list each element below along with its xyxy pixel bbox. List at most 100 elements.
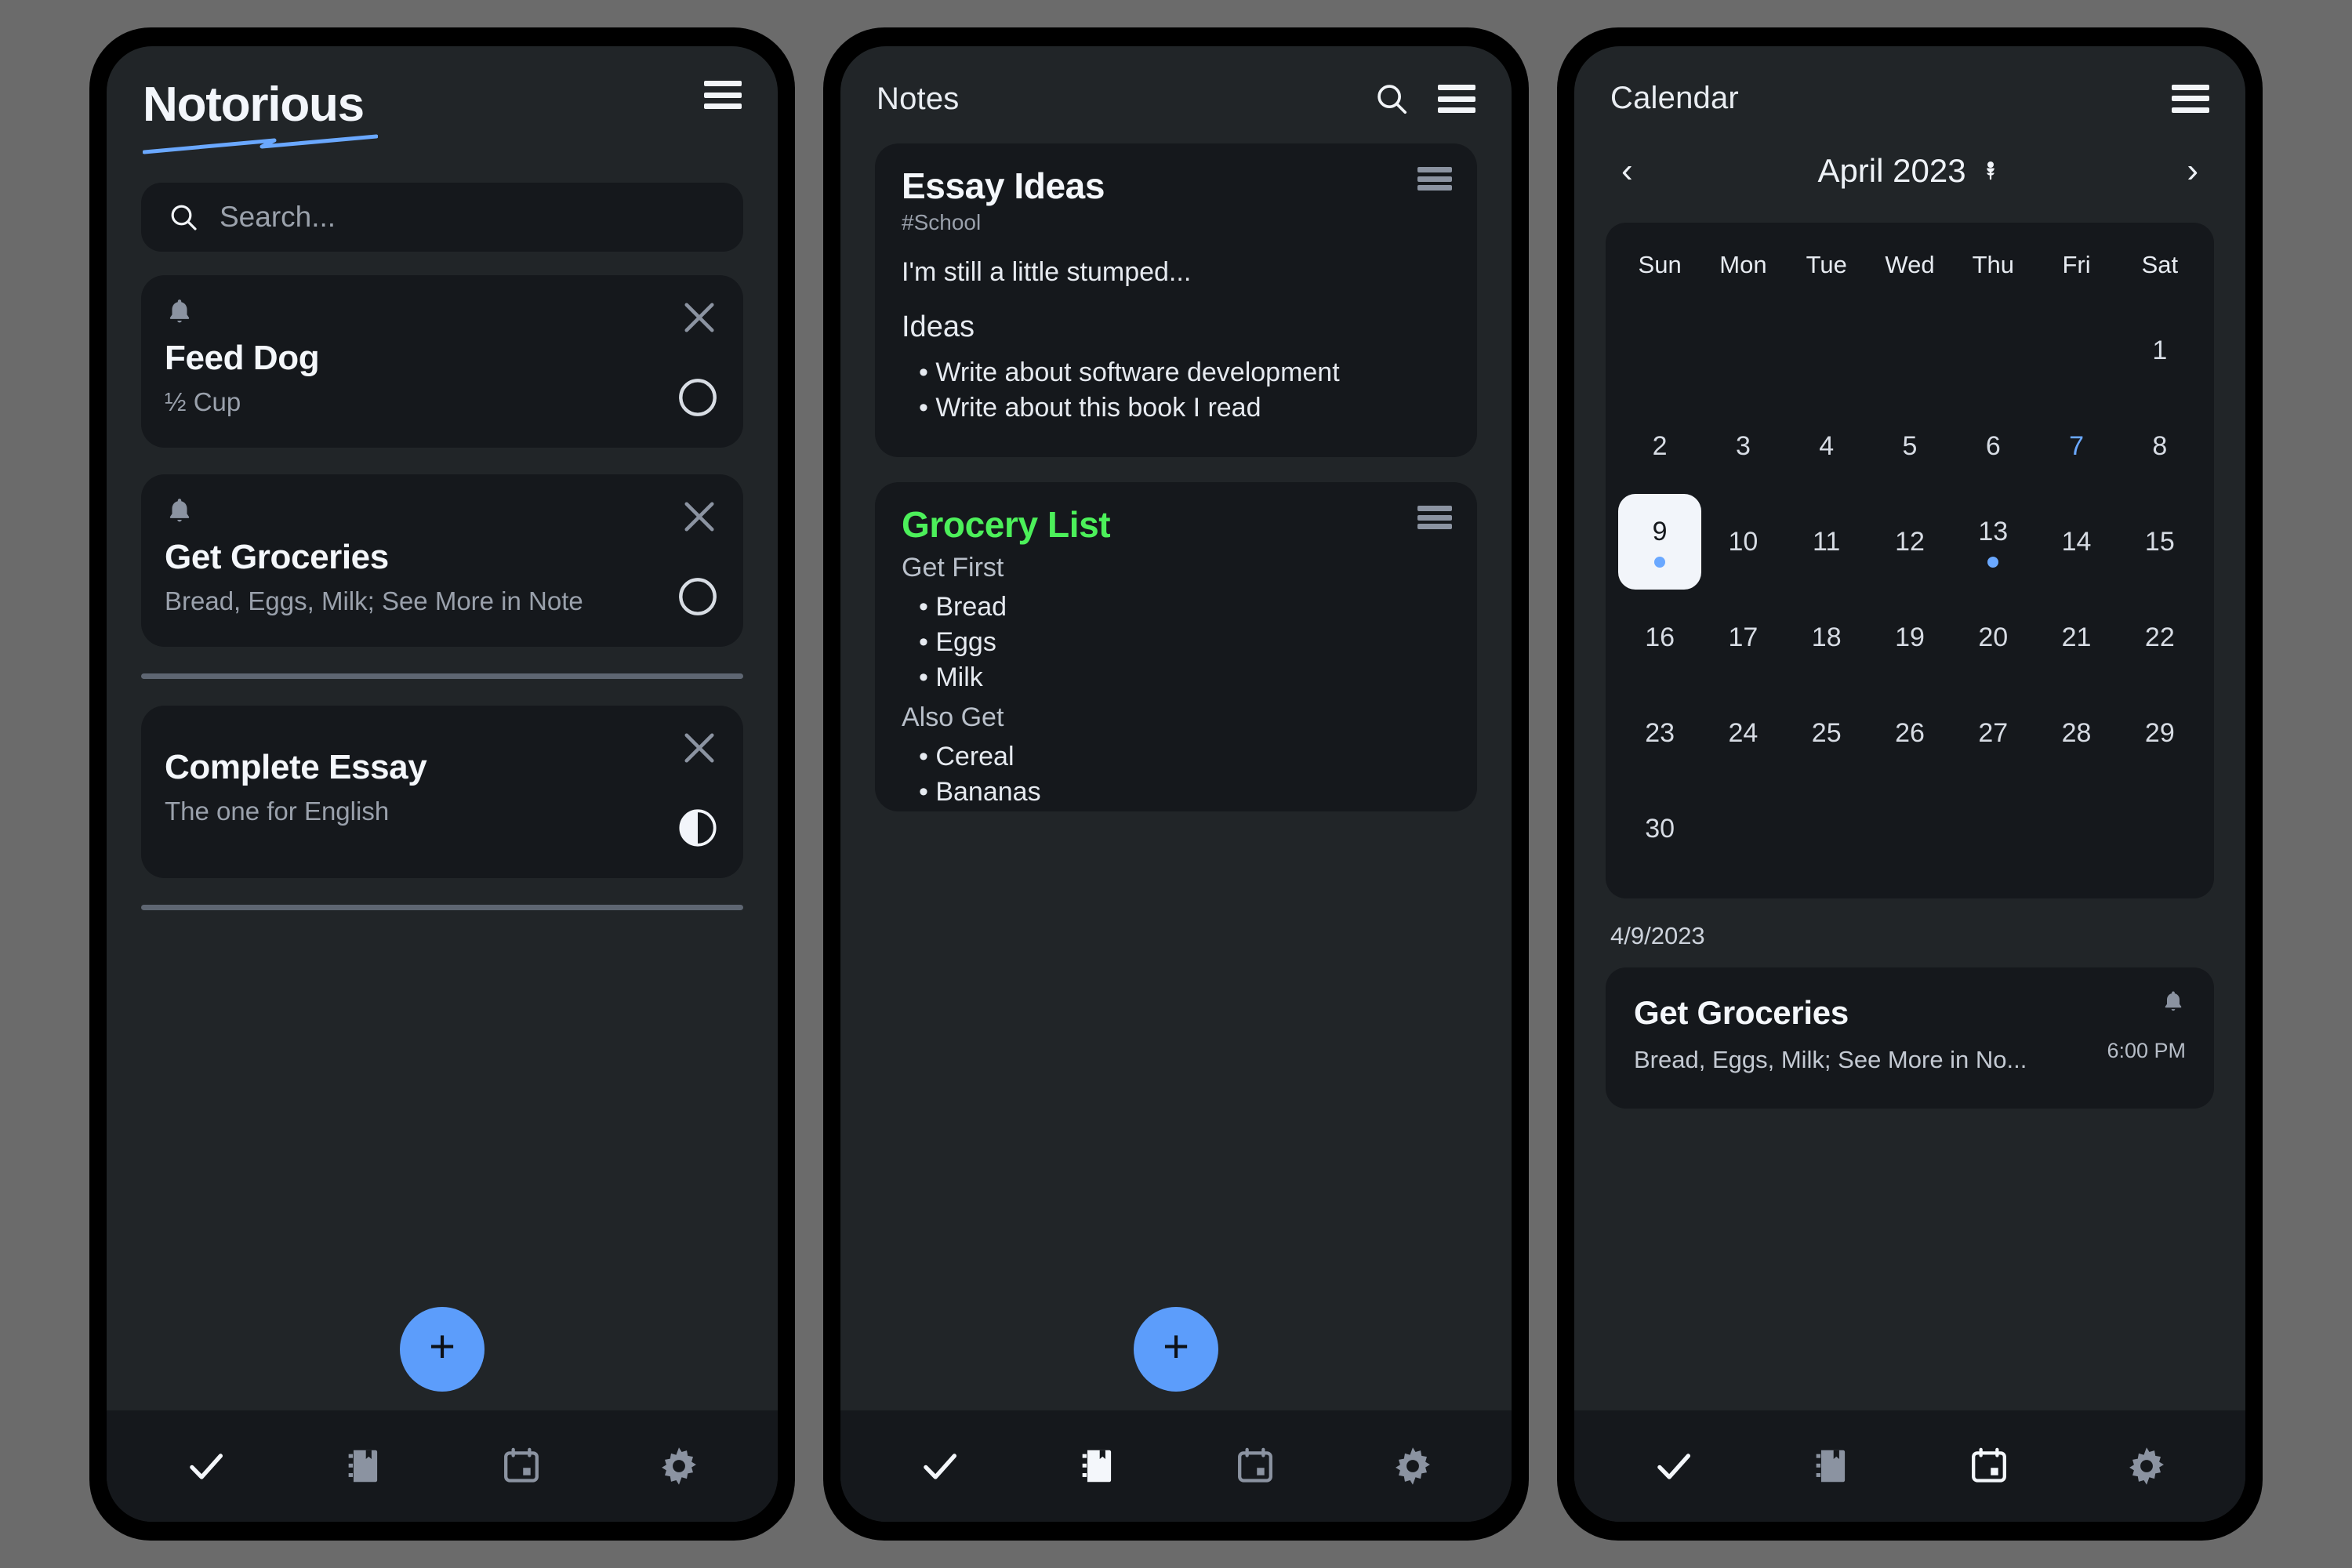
calendar-day-number: 11 [1813,526,1841,557]
nav-item-tasks[interactable] [1627,1427,1721,1505]
calendar-day-number: 13 [1978,516,2009,546]
circle-empty-icon[interactable] [676,376,720,419]
nav-item-settings[interactable] [1366,1427,1460,1505]
nav-item-settings[interactable] [632,1427,726,1505]
notebook-icon [348,1450,377,1483]
note-card[interactable]: Essay Ideas #School I'm still a little s… [875,143,1477,457]
calendar-day-cell[interactable]: 18 [1785,590,1868,685]
event-card[interactable]: Get Groceries Bread, Eggs, Milk; See Mor… [1606,967,2214,1109]
calendar-day-cell[interactable]: 3 [1701,398,1784,494]
note-drag-handle-icon[interactable] [1417,167,1452,191]
tasks-screen: Notorious Search... Feed Dog ½ Cup Get G… [107,46,778,1522]
calendar-day-cell[interactable]: 17 [1701,590,1784,685]
note-bullet: • Write about software development [919,357,1340,387]
notebook-icon [1082,1450,1111,1483]
next-month-button[interactable]: › [2180,154,2205,188]
day-header: Wed [1885,251,1935,278]
calendar-day-cell[interactable]: 16 [1618,590,1701,685]
calendar-day-cell[interactable]: 21 [2034,590,2118,685]
search-icon[interactable] [1374,81,1410,117]
add-task-button[interactable]: + [400,1307,485,1392]
gear-icon [661,1447,696,1485]
calendar-appbar: Calendar [1574,46,2245,124]
calendar-day-cell[interactable]: 6 [1951,398,2034,494]
calendar-day-number: 21 [2061,622,2092,652]
nav-item-notes[interactable] [1051,1427,1145,1505]
calendar-day-cell[interactable]: 24 [1701,685,1784,781]
close-icon[interactable] [679,728,720,768]
calendar-weeks: 1 2 3 4 5 6 7 8 9 10 11 12 13 14 15 16 17 18 19 20 21 22 23 24 2… [1618,303,2201,877]
calendar-day-cell[interactable]: 25 [1785,685,1868,781]
day-header: Mon [1719,251,1767,278]
calendar-day-cell[interactable]: 10 [1701,494,1784,590]
plus-icon: + [429,1321,456,1372]
note-bullet: • Bananas [919,776,1041,807]
calendar-day-cell[interactable]: 8 [2118,398,2201,494]
calendar-day-cell[interactable]: 9 [1618,494,1702,590]
event-title: Get Groceries [1634,994,1849,1031]
nav-item-calendar[interactable] [1208,1427,1302,1505]
calendar-day-cell[interactable]: 26 [1868,685,1951,781]
task-list-divider [141,673,743,679]
calendar-day-cell[interactable]: 22 [2118,590,2201,685]
page-title-calendar: Calendar [1610,81,1739,115]
prev-month-button[interactable]: ‹ [1615,154,1639,188]
nav-item-notes[interactable] [1784,1427,1878,1505]
calendar-day-cell[interactable]: 30 [1618,781,1701,877]
calendar-day-headers: Sun Mon Tue Wed Thu Fri Sat [1618,241,2201,303]
check-icon [923,1454,956,1479]
calendar-day-cell[interactable]: 11 [1785,494,1868,590]
calendar-day-cell[interactable]: 2 [1618,398,1701,494]
day-header: Sun [1638,251,1682,278]
search-input[interactable]: Search... [220,201,336,234]
calendar-day-cell[interactable]: 27 [1951,685,2034,781]
calendar-day-cell[interactable]: 13 [1951,494,2034,590]
check-icon [1657,1454,1690,1479]
nav-item-calendar[interactable] [1942,1427,2036,1505]
circle-half-icon[interactable] [676,806,720,850]
calendar-day-number: 7 [2069,430,2085,461]
menu-button-notes[interactable] [1438,85,1475,113]
task-title: Complete Essay [165,748,427,786]
calendar-day-cell[interactable]: 12 [1868,494,1951,590]
calendar-week-row: 30 [1618,781,2201,877]
menu-button-calendar[interactable] [2172,84,2209,113]
note-card[interactable]: Grocery List Get First • Bread • Eggs • … [875,482,1477,811]
screenshot-stage: Notorious Search... Feed Dog ½ Cup Get G… [0,0,2352,1568]
calendar-day-cell[interactable]: 1 [2118,303,2201,398]
close-icon[interactable] [679,297,720,338]
calendar-day-cell[interactable]: 28 [2034,685,2118,781]
nav-item-tasks[interactable] [159,1427,253,1505]
nav-item-notes[interactable] [317,1427,411,1505]
calendar-day-cell[interactable]: 5 [1868,398,1951,494]
task-card[interactable]: Feed Dog ½ Cup [141,275,743,448]
note-drag-handle-icon[interactable] [1417,506,1452,529]
calendar-day-number: 16 [1645,622,1675,652]
nav-item-tasks[interactable] [893,1427,987,1505]
reminder-bell-icon [2161,988,2186,1018]
calendar-day-cell[interactable]: 4 [1785,398,1868,494]
calendar-event-dot [1654,556,1666,568]
calendar-day-cell[interactable]: 23 [1618,685,1701,781]
task-card[interactable]: Complete Essay The one for English [141,706,743,878]
note-bullet: • Eggs [919,626,996,657]
nav-item-calendar[interactable] [474,1427,568,1505]
task-subtitle: The one for English [165,797,390,826]
calendar-day-cell[interactable]: 14 [2034,494,2118,590]
task-card[interactable]: Get Groceries Bread, Eggs, Milk; See Mor… [141,474,743,647]
circle-empty-icon[interactable] [676,575,720,619]
calendar-day-cell[interactable]: 15 [2118,494,2201,590]
close-icon[interactable] [679,496,720,537]
calendar-day-number: 24 [1728,717,1759,748]
gear-icon [2129,1447,2164,1485]
calendar-day-cell[interactable]: 29 [2118,685,2201,781]
nav-item-settings[interactable] [2100,1427,2194,1505]
calendar-day-cell[interactable]: 19 [1868,590,1951,685]
calendar-day-cell[interactable]: 7 [2034,398,2118,494]
menu-button-tasks[interactable] [704,81,742,109]
calendar-day-cell[interactable]: 20 [1951,590,2034,685]
add-note-button[interactable]: + [1134,1307,1218,1392]
search-bar[interactable]: Search... [141,183,743,252]
calendar-icon [1971,1447,2006,1483]
calendar-week-row: 1 [1618,303,2201,398]
